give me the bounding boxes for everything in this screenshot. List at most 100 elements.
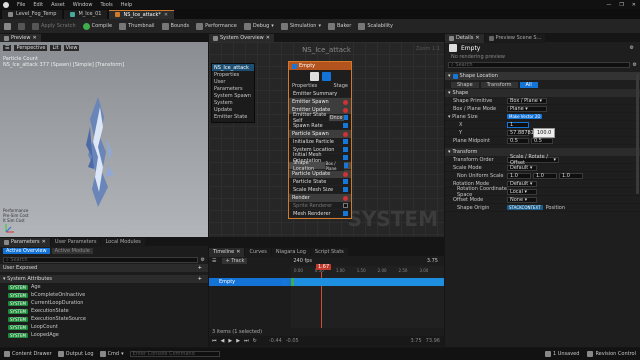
- system-node-item[interactable]: System Spawn: [214, 93, 252, 100]
- attribute-row[interactable]: SYSTEM bCompleteOnInactive: [0, 291, 208, 299]
- module-enabled-checkbox[interactable]: [343, 155, 348, 160]
- offset-mode-dropdown[interactable]: None ▾: [507, 196, 537, 203]
- fps-dropdown[interactable]: 240 fps: [293, 258, 312, 264]
- timeline-track-area[interactable]: 0.00 0.50 1.00 1.50 2.00 2.50 3.00 1.67: [291, 264, 444, 328]
- parameters-search-input[interactable]: ⌕ Search: [3, 256, 198, 263]
- module-item[interactable]: Particle State: [289, 178, 351, 186]
- tab-local-modules[interactable]: Local Modules: [101, 237, 145, 247]
- timeline-options-icon[interactable]: ☰: [212, 258, 216, 264]
- gear-icon[interactable]: ⚙: [630, 45, 634, 51]
- module-enabled-checkbox[interactable]: [343, 203, 348, 208]
- settings-icon[interactable]: ⚙: [201, 257, 205, 263]
- attribute-row[interactable]: SYSTEM ExecutionStateSource: [0, 315, 208, 323]
- stack-context-chip[interactable]: STACKCONTEXT: [507, 205, 543, 210]
- close-button[interactable]: ✕: [632, 2, 636, 8]
- emitter-section[interactable]: Render: [289, 194, 351, 202]
- minimize-button[interactable]: —: [606, 2, 611, 8]
- view-button[interactable]: View: [63, 45, 80, 51]
- close-icon[interactable]: ✕: [236, 249, 240, 255]
- tab-script-stats[interactable]: Script Stats: [310, 247, 348, 257]
- dynamic-input-chip[interactable]: Make Vector 2D: [507, 114, 543, 119]
- tab-user-parameters[interactable]: User Parameters: [50, 237, 101, 247]
- module-enabled-checkbox[interactable]: [343, 139, 348, 144]
- playhead-label[interactable]: 1.67: [316, 264, 332, 270]
- module-enabled-checkbox[interactable]: [343, 123, 348, 128]
- debug-button[interactable]: Debug ▾: [243, 22, 274, 30]
- details-search-input[interactable]: ⌕ Search: [448, 62, 630, 68]
- close-icon[interactable]: ✕: [42, 239, 46, 245]
- scale-y-input[interactable]: 1.0: [533, 172, 557, 179]
- system-node-item[interactable]: Properties: [214, 72, 252, 79]
- filter-transform-button[interactable]: Transform: [480, 81, 518, 88]
- module-enabled-checkbox[interactable]: [343, 115, 348, 120]
- menu-file[interactable]: File: [17, 2, 25, 8]
- tab-close-icon[interactable]: ✕: [164, 12, 168, 18]
- scalability-button[interactable]: Scalability: [358, 22, 393, 30]
- baker-button[interactable]: Baker: [327, 22, 351, 30]
- plane-size-x-input[interactable]: 1: [507, 121, 529, 128]
- viewport-options-button[interactable]: ☰: [3, 45, 12, 51]
- settings-icon[interactable]: ⚙: [633, 62, 637, 68]
- add-module-icon[interactable]: [343, 195, 348, 201]
- add-parameter-icon[interactable]: +: [198, 265, 202, 271]
- details-scrollbar[interactable]: [636, 74, 639, 194]
- step-back-icon[interactable]: ◀: [221, 338, 225, 344]
- add-module-icon[interactable]: [343, 131, 348, 137]
- attribute-row[interactable]: SYSTEM ExecutionState: [0, 307, 208, 315]
- track-enabled-checkbox[interactable]: [282, 279, 287, 285]
- to-end-icon[interactable]: ⏭: [244, 338, 249, 344]
- step-forward-icon[interactable]: ▶: [236, 338, 240, 344]
- tab-material[interactable]: M_Ice_01: [64, 9, 108, 19]
- bounds-button[interactable]: Bounds: [161, 22, 189, 30]
- module-enabled-checkbox[interactable]: [343, 163, 348, 168]
- plane-size-y-input[interactable]: 57.887817: [507, 129, 537, 136]
- scale-mode-dropdown[interactable]: Default ▾: [507, 164, 537, 171]
- tab-timeline[interactable]: Timeline ✕: [209, 247, 245, 257]
- shape-primitive-dropdown[interactable]: Box / Plane ▾: [507, 97, 547, 104]
- thumbnail-button[interactable]: Thumbnail: [119, 22, 155, 30]
- user-exposed-header[interactable]: User Exposed +: [0, 264, 208, 272]
- menu-tools[interactable]: Tools: [100, 2, 112, 8]
- module-enabled-checkbox[interactable]: [343, 211, 348, 216]
- play-icon[interactable]: ▶: [228, 338, 232, 344]
- emitter-track-bar[interactable]: [291, 278, 444, 286]
- content-drawer-button[interactable]: Content Drawer: [4, 351, 52, 357]
- simulation-button[interactable]: Simulation ▾: [280, 22, 321, 30]
- filter-shape-button[interactable]: Shape: [451, 81, 479, 88]
- plane-midpoint-y-input[interactable]: 0.5: [531, 137, 553, 144]
- graph-canvas[interactable]: NS_Ice_attack Zoom 1:1 SYSTEM NS_Ice_att…: [209, 42, 444, 237]
- add-parameter-icon[interactable]: +: [198, 276, 202, 282]
- emitter-enabled-checkbox[interactable]: [292, 63, 297, 69]
- filter-active-overview-button[interactable]: Active Overview: [3, 247, 50, 254]
- menu-help[interactable]: Help: [121, 2, 132, 8]
- performance-button[interactable]: Performance: [196, 22, 237, 30]
- menu-window[interactable]: Window: [73, 2, 93, 8]
- close-icon[interactable]: ✕: [266, 35, 270, 41]
- tab-level-fog[interactable]: Level_Fog_Temp: [2, 9, 63, 19]
- output-log-button[interactable]: Output Log: [57, 351, 94, 357]
- module-enabled-checkbox[interactable]: [343, 187, 348, 192]
- rotation-mode-dropdown[interactable]: Default ▾: [507, 180, 537, 187]
- system-node-item[interactable]: System Update: [214, 100, 252, 114]
- shape-section-header[interactable]: ▾ Shape: [445, 89, 640, 97]
- system-node-item[interactable]: User Parameters: [214, 79, 252, 93]
- track-start-marker[interactable]: [291, 278, 294, 286]
- plane-midpoint-x-input[interactable]: 0.5: [507, 137, 529, 144]
- attribute-row[interactable]: SYSTEM CurrentLoopDuration: [0, 299, 208, 307]
- rotation-space-dropdown[interactable]: Local ▾: [507, 188, 537, 195]
- menu-edit[interactable]: Edit: [33, 2, 43, 8]
- menu-asset[interactable]: Asset: [51, 2, 65, 8]
- add-module-icon[interactable]: [343, 171, 348, 177]
- attribute-row[interactable]: SYSTEM LoopCount: [0, 323, 208, 331]
- emitter-track-row[interactable]: Empty: [209, 278, 291, 286]
- to-start-icon[interactable]: ⏮: [212, 338, 217, 344]
- module-item[interactable]: Initialize Particle: [289, 138, 351, 146]
- scale-x-input[interactable]: 1.0: [507, 172, 531, 179]
- console-command-input[interactable]: Enter Console Command: [129, 351, 220, 357]
- add-module-icon[interactable]: [343, 107, 348, 113]
- emitter-node[interactable]: Empty Properties Stage Emitter Summary E…: [288, 61, 352, 219]
- unsaved-button[interactable]: 1 Unsaved: [544, 351, 579, 357]
- scale-z-input[interactable]: 1.0: [559, 172, 583, 179]
- module-item[interactable]: Sprite Renderer: [289, 202, 351, 210]
- compile-button[interactable]: Compile: [82, 22, 112, 30]
